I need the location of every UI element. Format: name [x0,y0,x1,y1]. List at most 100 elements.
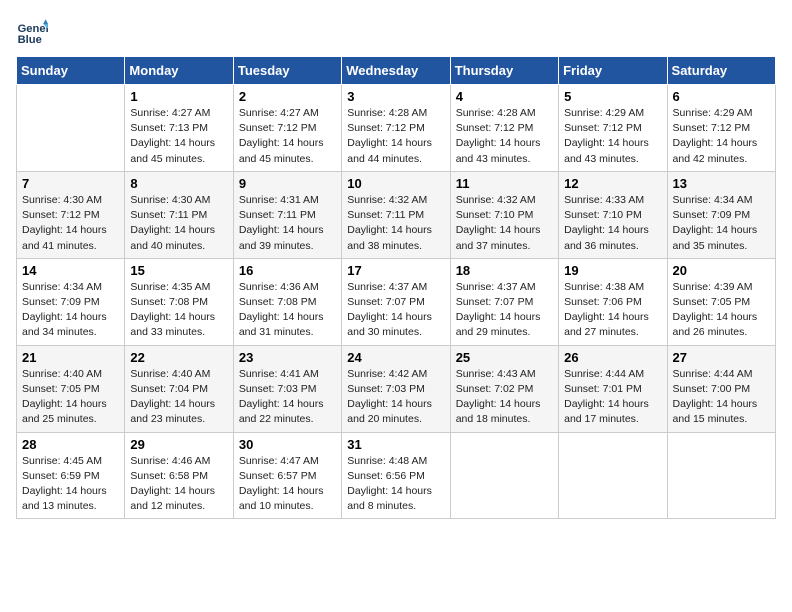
cell-content: Sunrise: 4:39 AM Sunset: 7:05 PM Dayligh… [673,280,770,341]
cell-content: Sunrise: 4:32 AM Sunset: 7:10 PM Dayligh… [456,193,553,254]
calendar-cell: 15 Sunrise: 4:35 AM Sunset: 7:08 PM Dayli… [125,258,233,345]
day-number: 17 [347,263,444,278]
cell-content: Sunrise: 4:44 AM Sunset: 7:00 PM Dayligh… [673,367,770,428]
cell-content: Sunrise: 4:30 AM Sunset: 7:11 PM Dayligh… [130,193,227,254]
cell-content: Sunrise: 4:40 AM Sunset: 7:04 PM Dayligh… [130,367,227,428]
cell-content: Sunrise: 4:34 AM Sunset: 7:09 PM Dayligh… [673,193,770,254]
calendar-cell: 16Sunrise: 4:36 AM Sunset: 7:08 PM Dayli… [233,258,341,345]
cell-content: Sunrise: 4:47 AM Sunset: 6:57 PM Dayligh… [239,454,336,515]
cell-content: Sunrise: 4:43 AM Sunset: 7:02 PM Dayligh… [456,367,553,428]
cell-content: Sunrise: 4:44 AM Sunset: 7:01 PM Dayligh… [564,367,661,428]
cell-content: Sunrise: 4:29 AM Sunset: 7:12 PM Dayligh… [673,106,770,167]
day-number: 10 [347,176,444,191]
calendar-cell: 10 Sunrise: 4:32 AM Sunset: 7:11 PM Dayli… [342,171,450,258]
page-header: General Blue [16,16,776,48]
calendar-cell [17,85,125,172]
calendar-header-saturday: Saturday [667,57,775,85]
day-number: 26 [564,350,661,365]
calendar-cell: 24 Sunrise: 4:42 AM Sunset: 7:03 PM Dayli… [342,345,450,432]
day-number: 2 [239,89,336,104]
day-number: 3 [347,89,444,104]
calendar-header-sunday: Sunday [17,57,125,85]
calendar-cell: 12 Sunrise: 4:33 AM Sunset: 7:10 PM Dayli… [559,171,667,258]
calendar-week-row: 7 Sunrise: 4:30 AM Sunset: 7:12 PM Daylig… [17,171,776,258]
calendar-cell: 9 Sunrise: 4:31 AM Sunset: 7:11 PM Daylig… [233,171,341,258]
cell-content: Sunrise: 4:31 AM Sunset: 7:11 PM Dayligh… [239,193,336,254]
cell-content: Sunrise: 4:33 AM Sunset: 7:10 PM Dayligh… [564,193,661,254]
calendar-cell [667,432,775,519]
calendar-cell: 23Sunrise: 4:41 AM Sunset: 7:03 PM Dayli… [233,345,341,432]
calendar-cell: 30 Sunrise: 4:47 AM Sunset: 6:57 PM Dayli… [233,432,341,519]
calendar-header-wednesday: Wednesday [342,57,450,85]
calendar-cell: 1 Sunrise: 4:27 AM Sunset: 7:13 PM Daylig… [125,85,233,172]
cell-content: Sunrise: 4:32 AM Sunset: 7:11 PM Dayligh… [347,193,444,254]
calendar-cell: 20 Sunrise: 4:39 AM Sunset: 7:05 PM Dayli… [667,258,775,345]
calendar-cell: 28 Sunrise: 4:45 AM Sunset: 6:59 PM Dayli… [17,432,125,519]
day-number: 18 [456,263,553,278]
cell-content: Sunrise: 4:38 AM Sunset: 7:06 PM Dayligh… [564,280,661,341]
calendar-cell: 2 Sunrise: 4:27 AM Sunset: 7:12 PM Daylig… [233,85,341,172]
calendar-cell: 5Sunrise: 4:29 AM Sunset: 7:12 PM Daylig… [559,85,667,172]
calendar-cell: 11 Sunrise: 4:32 AM Sunset: 7:10 PM Dayli… [450,171,558,258]
day-number: 27 [673,350,770,365]
day-number: 23 [239,350,336,365]
cell-content: Sunrise: 4:27 AM Sunset: 7:12 PM Dayligh… [239,106,336,167]
day-number: 7 [22,176,119,191]
calendar-cell: 18Sunrise: 4:37 AM Sunset: 7:07 PM Dayli… [450,258,558,345]
cell-content: Sunrise: 4:45 AM Sunset: 6:59 PM Dayligh… [22,454,119,515]
calendar-table: SundayMondayTuesdayWednesdayThursdayFrid… [16,56,776,519]
calendar-cell: 29Sunrise: 4:46 AM Sunset: 6:58 PM Dayli… [125,432,233,519]
calendar-cell [559,432,667,519]
day-number: 21 [22,350,119,365]
day-number: 31 [347,437,444,452]
calendar-cell: 6 Sunrise: 4:29 AM Sunset: 7:12 PM Daylig… [667,85,775,172]
cell-content: Sunrise: 4:35 AM Sunset: 7:08 PM Dayligh… [130,280,227,341]
day-number: 8 [130,176,227,191]
calendar-week-row: 14 Sunrise: 4:34 AM Sunset: 7:09 PM Dayli… [17,258,776,345]
day-number: 9 [239,176,336,191]
day-number: 14 [22,263,119,278]
day-number: 1 [130,89,227,104]
day-number: 11 [456,176,553,191]
calendar-cell: 14 Sunrise: 4:34 AM Sunset: 7:09 PM Dayli… [17,258,125,345]
calendar-cell: 3 Sunrise: 4:28 AM Sunset: 7:12 PM Daylig… [342,85,450,172]
calendar-header-tuesday: Tuesday [233,57,341,85]
cell-content: Sunrise: 4:30 AM Sunset: 7:12 PM Dayligh… [22,193,119,254]
day-number: 24 [347,350,444,365]
calendar-cell: 21 Sunrise: 4:40 AM Sunset: 7:05 PM Dayli… [17,345,125,432]
calendar-header-thursday: Thursday [450,57,558,85]
calendar-week-row: 1 Sunrise: 4:27 AM Sunset: 7:13 PM Daylig… [17,85,776,172]
day-number: 12 [564,176,661,191]
calendar-cell: 7 Sunrise: 4:30 AM Sunset: 7:12 PM Daylig… [17,171,125,258]
day-number: 30 [239,437,336,452]
day-number: 20 [673,263,770,278]
svg-text:Blue: Blue [18,34,42,46]
cell-content: Sunrise: 4:29 AM Sunset: 7:12 PM Dayligh… [564,106,661,167]
calendar-cell: 26 Sunrise: 4:44 AM Sunset: 7:01 PM Dayli… [559,345,667,432]
calendar-cell: 31 Sunrise: 4:48 AM Sunset: 6:56 PM Dayli… [342,432,450,519]
day-number: 28 [22,437,119,452]
calendar-cell: 13 Sunrise: 4:34 AM Sunset: 7:09 PM Dayli… [667,171,775,258]
calendar-cell: 4Sunrise: 4:28 AM Sunset: 7:12 PM Daylig… [450,85,558,172]
cell-content: Sunrise: 4:36 AM Sunset: 7:08 PM Dayligh… [239,280,336,341]
calendar-cell: 8 Sunrise: 4:30 AM Sunset: 7:11 PM Daylig… [125,171,233,258]
calendar-cell: 17 Sunrise: 4:37 AM Sunset: 7:07 PM Dayli… [342,258,450,345]
logo: General Blue [16,16,52,48]
calendar-cell: 27 Sunrise: 4:44 AM Sunset: 7:00 PM Dayli… [667,345,775,432]
cell-content: Sunrise: 4:34 AM Sunset: 7:09 PM Dayligh… [22,280,119,341]
cell-content: Sunrise: 4:42 AM Sunset: 7:03 PM Dayligh… [347,367,444,428]
cell-content: Sunrise: 4:40 AM Sunset: 7:05 PM Dayligh… [22,367,119,428]
day-number: 15 [130,263,227,278]
cell-content: Sunrise: 4:37 AM Sunset: 7:07 PM Dayligh… [347,280,444,341]
day-number: 13 [673,176,770,191]
cell-content: Sunrise: 4:28 AM Sunset: 7:12 PM Dayligh… [456,106,553,167]
day-number: 22 [130,350,227,365]
calendar-header-friday: Friday [559,57,667,85]
cell-content: Sunrise: 4:27 AM Sunset: 7:13 PM Dayligh… [130,106,227,167]
calendar-cell: 22 Sunrise: 4:40 AM Sunset: 7:04 PM Dayli… [125,345,233,432]
day-number: 6 [673,89,770,104]
calendar-week-row: 28 Sunrise: 4:45 AM Sunset: 6:59 PM Dayli… [17,432,776,519]
day-number: 25 [456,350,553,365]
cell-content: Sunrise: 4:28 AM Sunset: 7:12 PM Dayligh… [347,106,444,167]
cell-content: Sunrise: 4:48 AM Sunset: 6:56 PM Dayligh… [347,454,444,515]
